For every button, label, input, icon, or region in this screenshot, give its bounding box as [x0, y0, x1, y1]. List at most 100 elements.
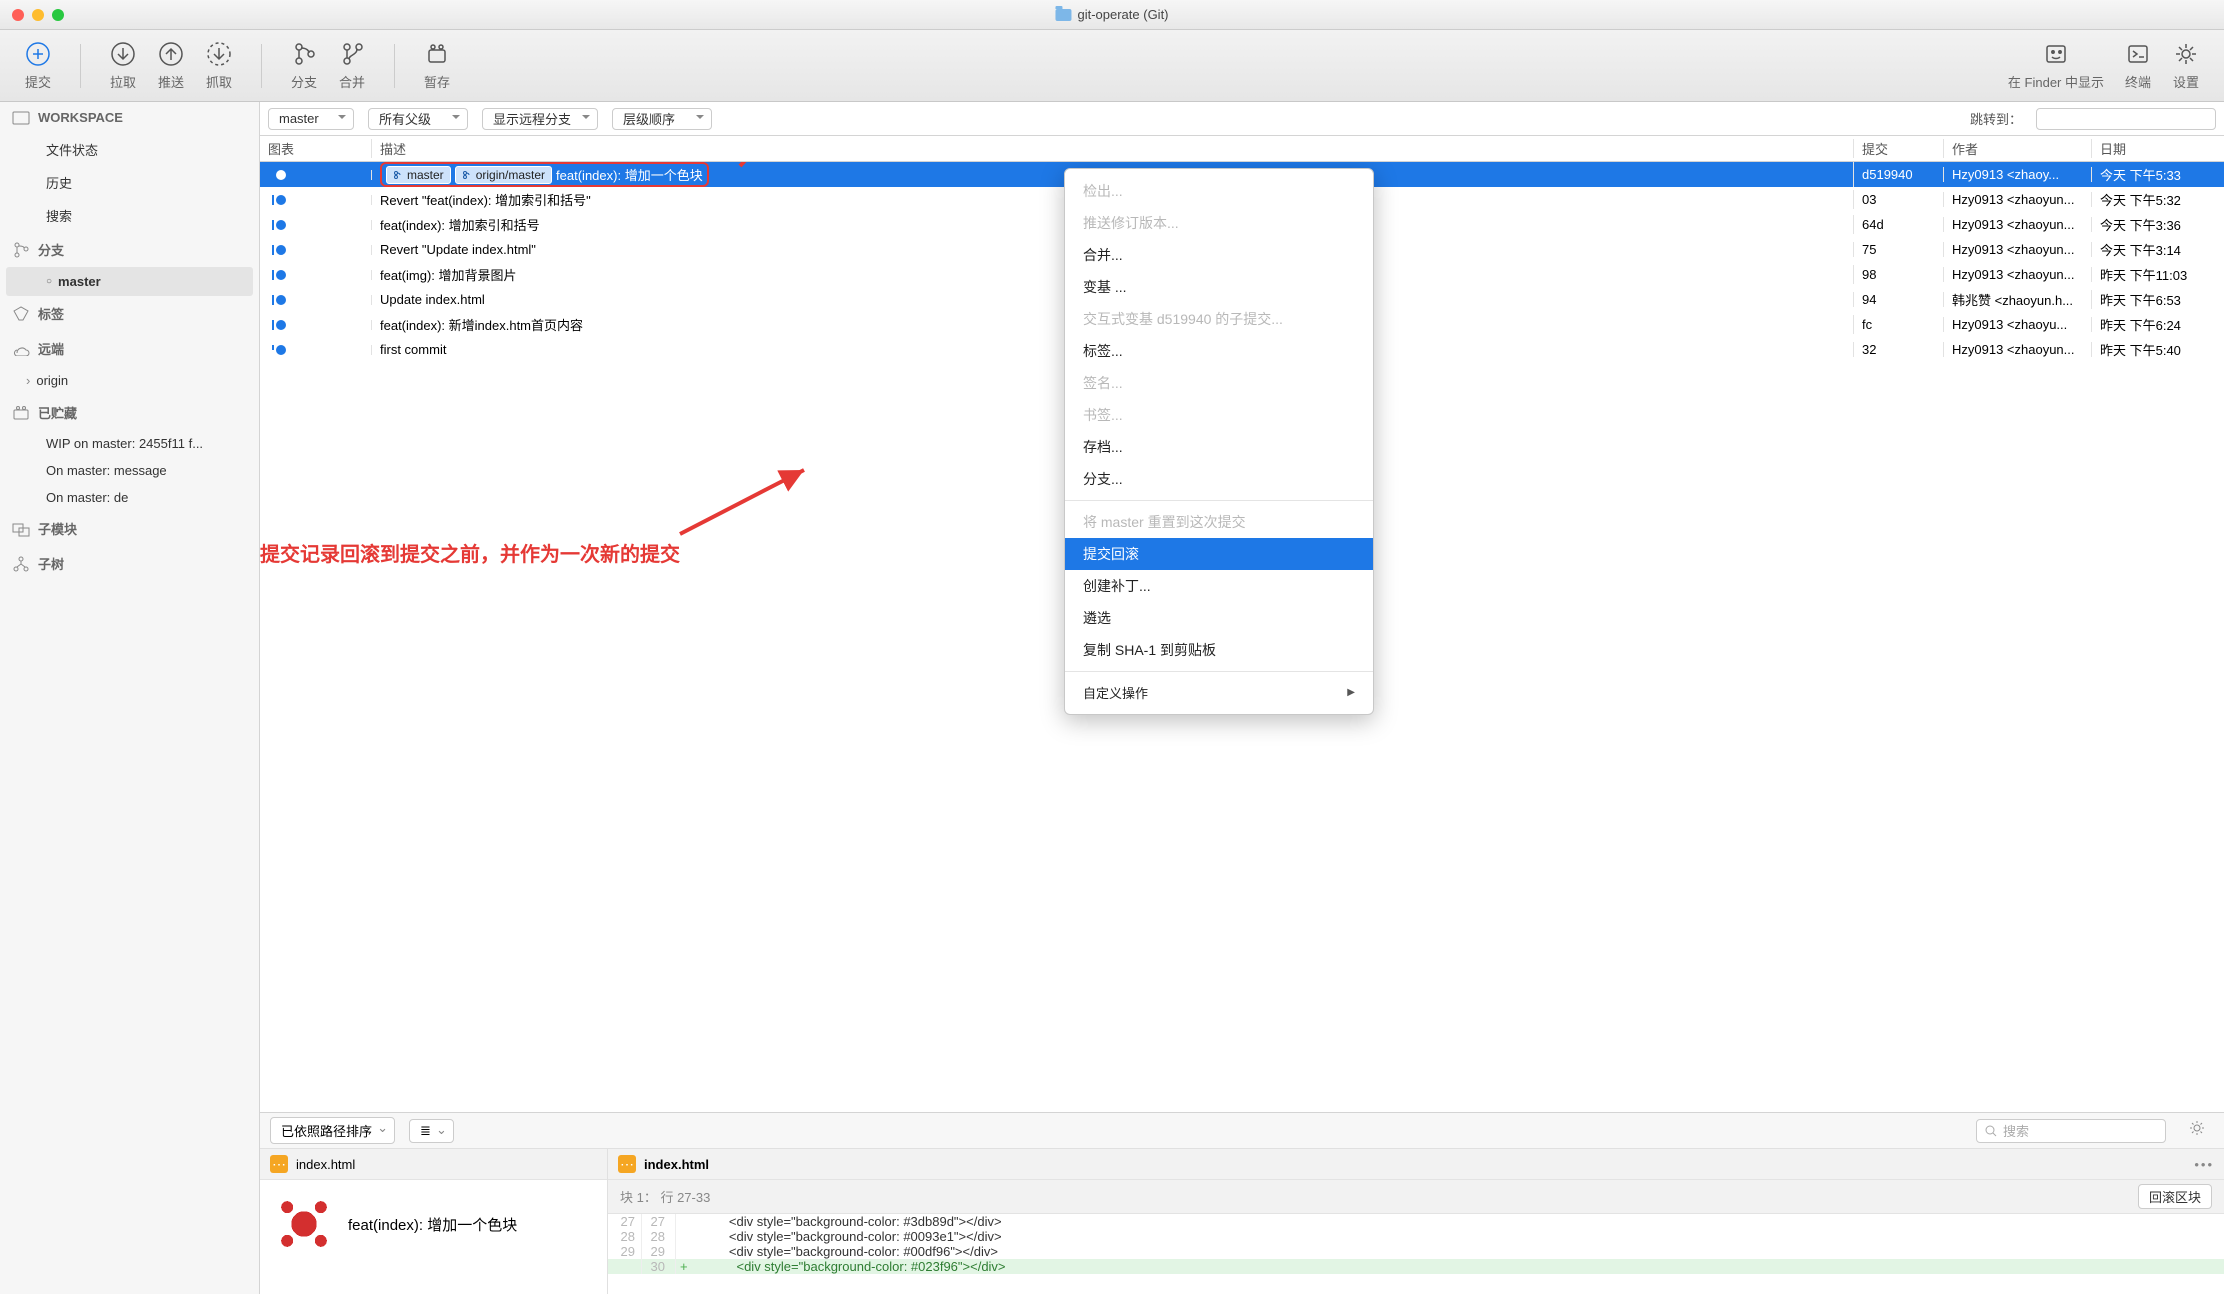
- commit-date: 今天 下午3:14: [2092, 240, 2224, 259]
- commit-message: feat(index): 增加一个色块: [556, 165, 703, 184]
- sidebar-remote-origin[interactable]: origin: [0, 366, 259, 395]
- diff-line[interactable]: 2727 <div style="background-color: #3db8…: [608, 1214, 2224, 1229]
- branch-select[interactable]: master: [268, 108, 354, 130]
- commit-date: 昨天 下午11:03: [2092, 265, 2224, 284]
- search-icon: [1985, 1125, 1997, 1137]
- col-description[interactable]: 描述: [372, 139, 1854, 158]
- jump-to-input[interactable]: [2036, 108, 2216, 130]
- revert-hunk-button[interactable]: 回滚区块: [2138, 1184, 2212, 1209]
- push-button[interactable]: 推送: [147, 34, 195, 97]
- menu-custom-actions[interactable]: 自定义操作: [1065, 677, 1373, 708]
- menu-rebase[interactable]: 变基 ...: [1065, 271, 1373, 303]
- menu-checkout: 检出...: [1065, 175, 1373, 207]
- menu-tag[interactable]: 标签...: [1065, 335, 1373, 367]
- commit-dot-icon: [276, 295, 286, 305]
- commit-dot-icon: [276, 320, 286, 330]
- annotation-mid: 将这次提交记录回滚到提交之前，并作为一次新的提交: [260, 538, 680, 567]
- diff-line[interactable]: 2929 <div style="background-color: #00df…: [608, 1244, 2224, 1259]
- modified-file-icon: ⋯: [618, 1155, 636, 1173]
- gear-icon: [2188, 1119, 2206, 1137]
- col-date[interactable]: 日期: [2092, 139, 2224, 158]
- diff-panel: 已依照路径排序 ≣ 搜索 ⋯ index.html: [260, 1112, 2224, 1294]
- fetch-button[interactable]: 抓取: [195, 34, 243, 97]
- menu-revert-commit[interactable]: 提交回滚: [1065, 538, 1373, 570]
- stash-item[interactable]: WIP on master: 2455f11 f...: [0, 430, 259, 457]
- commit-author: Hzy0913 <zhaoyun...: [1944, 342, 2092, 357]
- sidebar-branch-master[interactable]: master: [6, 267, 253, 296]
- commit-author: Hzy0913 <zhaoyun...: [1944, 267, 2092, 282]
- menu-create-patch[interactable]: 创建补丁...: [1065, 570, 1373, 602]
- commit-hash: 32: [1854, 342, 1944, 357]
- commit-list-header: 图表 描述 提交 作者 日期: [260, 136, 2224, 162]
- diff-settings-button[interactable]: [2180, 1119, 2214, 1142]
- stashes-section-header[interactable]: 已贮藏: [0, 395, 259, 430]
- commit-hash: d519940: [1854, 167, 1944, 182]
- col-graph[interactable]: 图表: [260, 139, 372, 158]
- close-window-button[interactable]: [12, 9, 24, 21]
- menu-sign: 签名...: [1065, 367, 1373, 399]
- pull-button[interactable]: 拉取: [99, 34, 147, 97]
- commit-dot-icon: [276, 170, 286, 180]
- submodules-section-header[interactable]: 子模块: [0, 511, 259, 546]
- minimize-window-button[interactable]: [32, 9, 44, 21]
- commit-list[interactable]: masterorigin/master feat(index): 增加一个色块 d…: [260, 162, 2224, 1112]
- terminal-button[interactable]: 终端: [2114, 34, 2162, 97]
- commit-hash: 94: [1854, 292, 1944, 307]
- file-list-item[interactable]: ⋯ index.html: [260, 1149, 607, 1180]
- commit-dot-icon: [276, 345, 286, 355]
- sidebar-item-search[interactable]: 搜索: [0, 199, 259, 232]
- subtrees-section-header[interactable]: 子树: [0, 546, 259, 581]
- menu-archive[interactable]: 存档...: [1065, 431, 1373, 463]
- menu-branch[interactable]: 分支...: [1065, 463, 1373, 495]
- arrow-icon: [730, 162, 810, 172]
- file-list-panel: ⋯ index.html feat(index): 增加一个色块: [260, 1149, 608, 1294]
- commit-date: 昨天 下午6:24: [2092, 315, 2224, 334]
- diff-line[interactable]: 30+ <div style="background-color: #023f9…: [608, 1259, 2224, 1274]
- commit-author: Hzy0913 <zhaoyun...: [1944, 242, 2092, 257]
- commit-hash: 75: [1854, 242, 1944, 257]
- menu-copy-sha[interactable]: 复制 SHA-1 到剪贴板: [1065, 634, 1373, 666]
- menu-merge[interactable]: 合并...: [1065, 239, 1373, 271]
- view-mode-select[interactable]: ≣: [409, 1119, 454, 1143]
- menu-bookmark: 书签...: [1065, 399, 1373, 431]
- commit-hash: fc: [1854, 317, 1944, 332]
- show-remote-select[interactable]: 显示远程分支: [482, 108, 598, 130]
- menu-cherry-pick[interactable]: 遴选: [1065, 602, 1373, 634]
- settings-button[interactable]: 设置: [2162, 34, 2210, 97]
- sidebar-item-file-status[interactable]: 文件状态: [0, 133, 259, 166]
- remotes-section-header[interactable]: 远端: [0, 331, 259, 366]
- zoom-window-button[interactable]: [52, 9, 64, 21]
- diff-search-input[interactable]: 搜索: [1976, 1119, 2166, 1143]
- commit-hash: 03: [1854, 192, 1944, 207]
- order-select[interactable]: 层级顺序: [612, 108, 712, 130]
- menu-reset: 将 master 重置到这次提交: [1065, 506, 1373, 538]
- show-in-finder-button[interactable]: 在 Finder 中显示: [1998, 34, 2114, 97]
- col-author[interactable]: 作者: [1944, 139, 2092, 158]
- col-commit[interactable]: 提交: [1854, 139, 1944, 158]
- ref-badge[interactable]: origin/master: [455, 166, 552, 184]
- commit-author: Hzy0913 <zhaoyu...: [1944, 317, 2092, 332]
- commit-author: Hzy0913 <zhaoyun...: [1944, 192, 2092, 207]
- workspace-section-header[interactable]: WORKSPACE: [0, 102, 259, 133]
- branches-section-header[interactable]: 分支: [0, 232, 259, 267]
- ref-badge[interactable]: master: [386, 166, 451, 184]
- diff-file-header: ⋯ index.html •••: [608, 1149, 2224, 1180]
- commit-message: Revert "Update index.html": [380, 242, 536, 257]
- diff-line[interactable]: 2828 <div style="background-color: #0093…: [608, 1229, 2224, 1244]
- tags-section-header[interactable]: 标签: [0, 296, 259, 331]
- branch-button[interactable]: 分支: [280, 34, 328, 97]
- toolbar: 提交 拉取 推送 抓取 分支 合并 暂存 在 Finder 中显示 终端 设置: [0, 30, 2224, 102]
- stash-button[interactable]: 暂存: [413, 34, 461, 97]
- commit-message: feat(index): 增加索引和括号: [380, 218, 540, 233]
- sort-select[interactable]: 已依照路径排序: [270, 1117, 395, 1144]
- content-area: master 所有父级 显示远程分支 层级顺序 跳转到： 图表 描述 提交 作者…: [260, 102, 2224, 1294]
- parents-select[interactable]: 所有父级: [368, 108, 468, 130]
- stash-item[interactable]: On master: message: [0, 457, 259, 484]
- filter-bar: master 所有父级 显示远程分支 层级顺序 跳转到：: [260, 102, 2224, 136]
- merge-button[interactable]: 合并: [328, 34, 376, 97]
- sidebar-item-history[interactable]: 历史: [0, 166, 259, 199]
- more-icon[interactable]: •••: [2194, 1157, 2214, 1172]
- commit-message: Update index.html: [380, 292, 485, 307]
- stash-item[interactable]: On master: de: [0, 484, 259, 511]
- commit-button[interactable]: 提交: [14, 34, 62, 97]
